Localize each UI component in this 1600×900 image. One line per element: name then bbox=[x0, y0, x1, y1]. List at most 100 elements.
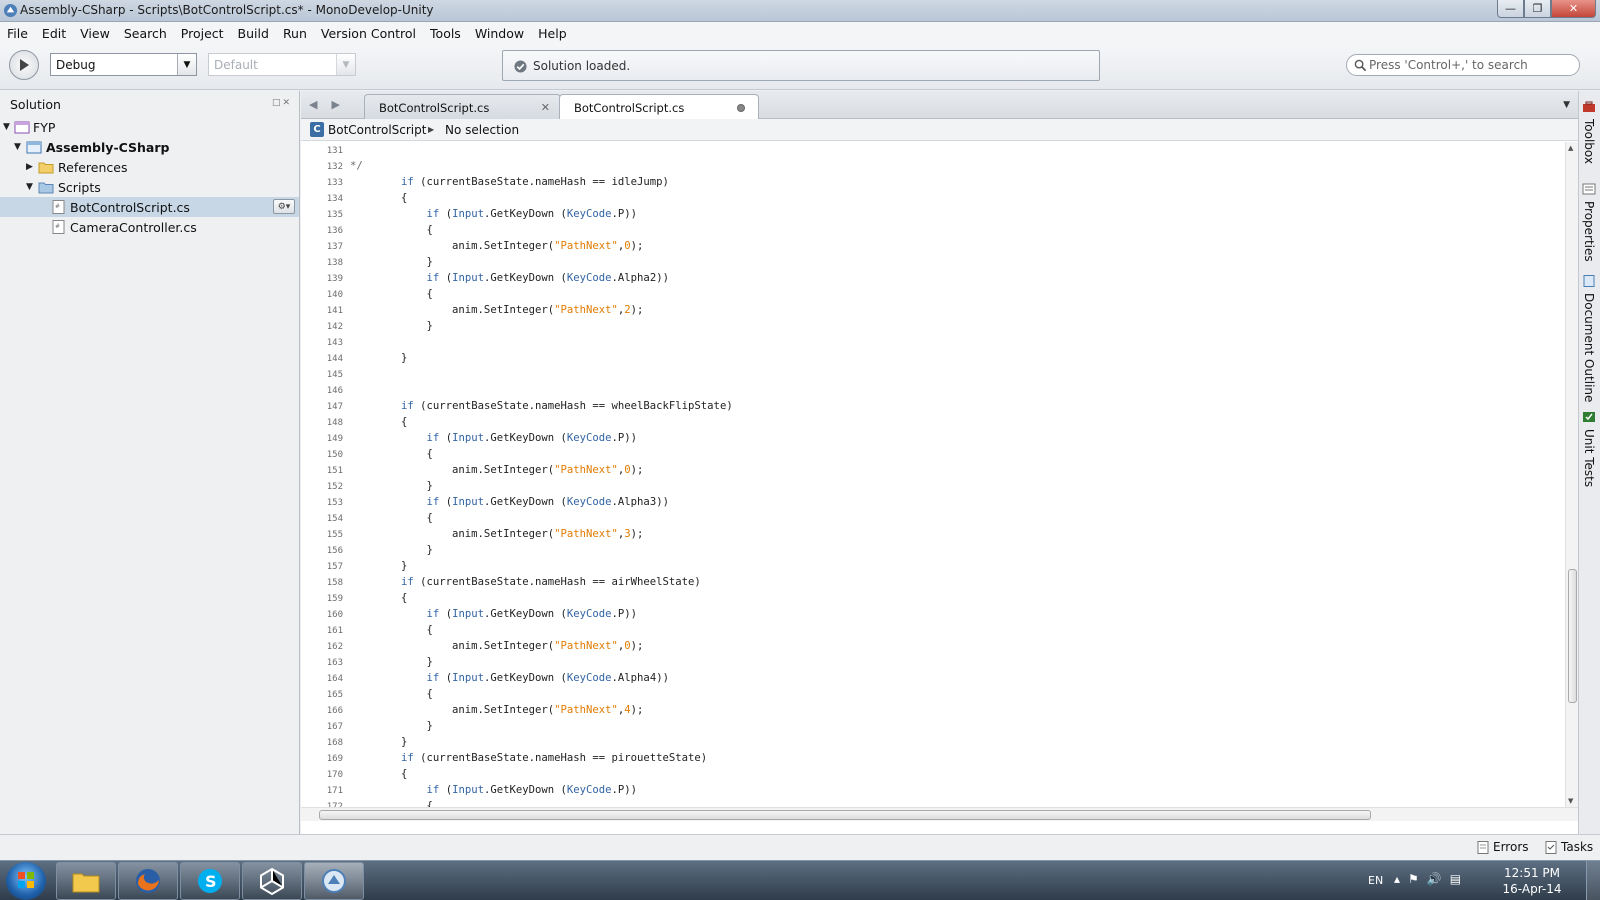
errors-button[interactable]: Errors bbox=[1477, 840, 1529, 854]
code-line[interactable]: 132 */ bbox=[301, 159, 1565, 175]
gear-icon[interactable]: ⚙▾ bbox=[273, 199, 295, 214]
code-line[interactable]: 134 { bbox=[301, 191, 1565, 207]
code-line[interactable]: 164 if (Input.GetKeyDown (KeyCode.Alpha4… bbox=[301, 671, 1565, 687]
code-line[interactable]: 171 if (Input.GetKeyDown (KeyCode.P)) bbox=[301, 783, 1565, 799]
taskbar-monodevelop[interactable] bbox=[304, 862, 364, 900]
code-line[interactable]: 150 { bbox=[301, 447, 1565, 463]
platform-select[interactable]: Default ▼ bbox=[208, 53, 356, 76]
code-line[interactable]: 169 if (currentBaseState.nameHash == pir… bbox=[301, 751, 1565, 767]
code-line[interactable]: 168 } bbox=[301, 735, 1565, 751]
code-editor[interactable]: 131 132 */ 133 if (currentBaseState.nameHas… bbox=[301, 142, 1565, 807]
taskbar-skype[interactable]: S bbox=[180, 862, 240, 900]
code-line[interactable]: 162 anim.SetInteger("PathNext",0); bbox=[301, 639, 1565, 655]
vertical-scrollbar[interactable]: ▲ ▼ bbox=[1565, 142, 1578, 807]
scroll-up-icon[interactable]: ▲ bbox=[1568, 144, 1573, 152]
code-line[interactable]: 155 anim.SetInteger("PathNext",3); bbox=[301, 527, 1565, 543]
code-line[interactable]: 140 { bbox=[301, 287, 1565, 303]
scrollbar-thumb[interactable] bbox=[1568, 569, 1577, 703]
navigate-back-forward-icons[interactable]: ◀▶ bbox=[309, 98, 354, 111]
code-line[interactable]: 151 anim.SetInteger("PathNext",0); bbox=[301, 463, 1565, 479]
code-line[interactable]: 147 if (currentBaseState.nameHash == whe… bbox=[301, 399, 1565, 415]
expand-arrow-icon[interactable]: ▼ bbox=[26, 182, 33, 192]
close-icon[interactable]: ✕ bbox=[541, 101, 550, 114]
tree-item-fyp[interactable]: ▼ FYP bbox=[0, 117, 299, 137]
document-tab[interactable]: BotControlScript.cs ✕ bbox=[364, 94, 561, 119]
menu-file[interactable]: File bbox=[0, 26, 35, 41]
code-line[interactable]: 136 { bbox=[301, 223, 1565, 239]
expand-arrow-icon[interactable]: ▼ bbox=[3, 122, 10, 132]
code-line[interactable]: 159 { bbox=[301, 591, 1565, 607]
code-line[interactable]: 138 } bbox=[301, 255, 1565, 271]
breadcrumb-member[interactable]: No selection bbox=[445, 123, 519, 137]
taskbar-unity[interactable] bbox=[242, 862, 302, 900]
code-line[interactable]: 166 anim.SetInteger("PathNext",4); bbox=[301, 703, 1565, 719]
menu-window[interactable]: Window bbox=[468, 26, 531, 41]
code-line[interactable]: 156 } bbox=[301, 543, 1565, 559]
tree-item-cameracontroller[interactable]: # CameraController.cs bbox=[0, 217, 299, 237]
code-line[interactable]: 161 { bbox=[301, 623, 1565, 639]
dock-tab-properties[interactable]: Properties bbox=[1581, 183, 1599, 262]
scrollbar-thumb[interactable] bbox=[319, 810, 1371, 820]
taskbar-explorer[interactable] bbox=[56, 862, 116, 900]
clock[interactable]: 12:51 PM 16-Apr-14 bbox=[1492, 865, 1572, 897]
dock-tab-document-outline[interactable]: Document Outline bbox=[1581, 275, 1599, 402]
search-input[interactable] bbox=[1369, 57, 1574, 73]
code-line[interactable]: 157 } bbox=[301, 559, 1565, 575]
language-indicator[interactable]: EN bbox=[1368, 874, 1383, 887]
code-line[interactable]: 165 { bbox=[301, 687, 1565, 703]
code-line[interactable]: 153 if (Input.GetKeyDown (KeyCode.Alpha3… bbox=[301, 495, 1565, 511]
show-desktop-button[interactable] bbox=[1586, 861, 1600, 900]
minimize-button[interactable]: — bbox=[1497, 0, 1524, 18]
code-line[interactable]: 135 if (Input.GetKeyDown (KeyCode.P)) bbox=[301, 207, 1565, 223]
configuration-select[interactable]: Debug ▼ bbox=[50, 53, 197, 76]
code-line[interactable]: 160 if (Input.GetKeyDown (KeyCode.P)) bbox=[301, 607, 1565, 623]
code-line[interactable]: 144 } bbox=[301, 351, 1565, 367]
code-line[interactable]: 167 } bbox=[301, 719, 1565, 735]
menu-edit[interactable]: Edit bbox=[35, 26, 73, 41]
code-line[interactable]: 137 anim.SetInteger("PathNext",0); bbox=[301, 239, 1565, 255]
dock-tab-unit-tests[interactable]: Unit Tests bbox=[1581, 411, 1599, 487]
tree-item-scripts[interactable]: ▼ Scripts bbox=[0, 177, 299, 197]
menu-project[interactable]: Project bbox=[174, 26, 231, 41]
menu-run[interactable]: Run bbox=[276, 26, 314, 41]
global-search[interactable] bbox=[1346, 54, 1580, 76]
code-line[interactable]: 145 bbox=[301, 367, 1565, 383]
maximize-button[interactable]: ❐ bbox=[1524, 0, 1551, 18]
code-line[interactable]: 154 { bbox=[301, 511, 1565, 527]
code-line[interactable]: 163 } bbox=[301, 655, 1565, 671]
menu-version-control[interactable]: Version Control bbox=[314, 26, 423, 41]
code-line[interactable]: 152 } bbox=[301, 479, 1565, 495]
close-button[interactable]: ✕ bbox=[1551, 0, 1596, 18]
menu-search[interactable]: Search bbox=[117, 26, 174, 41]
code-line[interactable]: 170 { bbox=[301, 767, 1565, 783]
code-line[interactable]: 172 { bbox=[301, 799, 1565, 807]
horizontal-scrollbar[interactable] bbox=[301, 807, 1578, 821]
taskbar-firefox[interactable] bbox=[118, 862, 178, 900]
collapse-arrow-icon[interactable]: ▶ bbox=[26, 162, 33, 172]
menu-build[interactable]: Build bbox=[231, 26, 276, 41]
breadcrumb-class[interactable]: BotControlScript bbox=[328, 123, 426, 137]
tasks-button[interactable]: Tasks bbox=[1545, 840, 1593, 854]
code-line[interactable]: 131 bbox=[301, 143, 1565, 159]
run-button[interactable] bbox=[9, 50, 39, 80]
tree-item-assembly-csharp[interactable]: ▼ Assembly-CSharp bbox=[0, 137, 299, 157]
tray-icons[interactable]: ▴⚑🔊▤ bbox=[1394, 872, 1469, 886]
dock-tab-toolbox[interactable]: Toolbox bbox=[1581, 101, 1599, 164]
code-line[interactable]: 143 bbox=[301, 335, 1565, 351]
document-tab-active[interactable]: BotControlScript.cs bbox=[559, 94, 759, 120]
tab-list-dropdown-icon[interactable]: ▼ bbox=[1563, 100, 1570, 110]
menu-tools[interactable]: Tools bbox=[423, 26, 468, 41]
code-line[interactable]: 133 if (currentBaseState.nameHash == idl… bbox=[301, 175, 1565, 191]
pad-dock-close-icons[interactable]: □✕ bbox=[272, 98, 292, 108]
code-line[interactable]: 146 bbox=[301, 383, 1565, 399]
code-line[interactable]: 139 if (Input.GetKeyDown (KeyCode.Alpha2… bbox=[301, 271, 1565, 287]
expand-arrow-icon[interactable]: ▼ bbox=[14, 142, 21, 152]
code-line[interactable]: 141 anim.SetInteger("PathNext",2); bbox=[301, 303, 1565, 319]
code-line[interactable]: 158 if (currentBaseState.nameHash == air… bbox=[301, 575, 1565, 591]
start-button[interactable] bbox=[6, 862, 46, 900]
code-line[interactable]: 142 } bbox=[301, 319, 1565, 335]
tree-item-botcontrolscript[interactable]: # BotControlScript.cs ⚙▾ bbox=[0, 197, 299, 217]
modified-dot-icon[interactable] bbox=[737, 104, 745, 112]
scroll-down-icon[interactable]: ▼ bbox=[1568, 797, 1573, 805]
menu-view[interactable]: View bbox=[73, 26, 117, 41]
